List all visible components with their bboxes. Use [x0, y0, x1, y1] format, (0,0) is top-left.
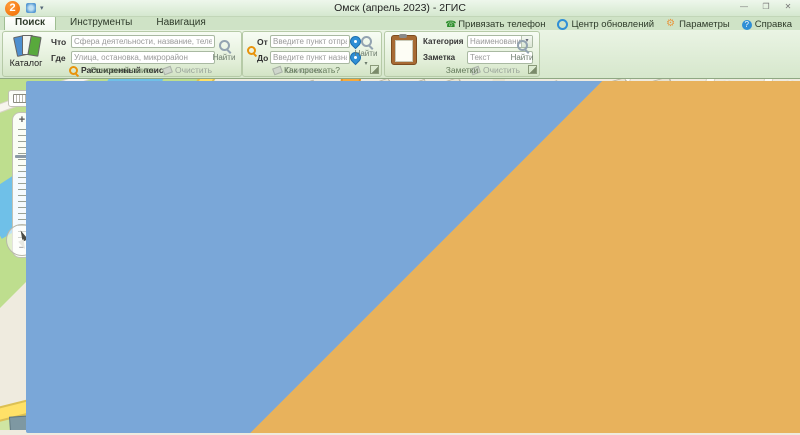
- catalog-icon: [13, 34, 42, 57]
- menu-item[interactable]: Центр обновлений: [557, 19, 654, 30]
- maximize-button[interactable]: ❐: [758, 1, 774, 13]
- gear-icon: [666, 18, 676, 30]
- search-icon: [360, 35, 372, 47]
- ribbon-tab[interactable]: Инструменты: [60, 16, 142, 30]
- ribbon-tab[interactable]: Навигация: [146, 16, 215, 30]
- ribbon-tab[interactable]: Поиск: [4, 15, 57, 30]
- where-label: Где: [51, 53, 66, 63]
- where-input[interactable]: [71, 51, 215, 64]
- search-icon: [218, 40, 230, 51]
- from-label: От: [257, 37, 268, 47]
- window-title: Омск (апрель 2023) - 2ГИС: [334, 2, 466, 14]
- group-caption: Как проехать?: [283, 65, 341, 75]
- what-input[interactable]: [71, 35, 215, 48]
- to-input[interactable]: [270, 51, 350, 64]
- note-label: Заметка: [423, 53, 456, 62]
- ribbon-tab-row: ПоискИнструменты Навигация Привязать теле…: [0, 15, 800, 31]
- dialog-launcher-icon[interactable]: [528, 65, 537, 74]
- what-label: Что: [51, 37, 67, 47]
- menu-item[interactable]: Параметры: [666, 18, 730, 31]
- group-caption: Основной поиск: [90, 65, 154, 75]
- dialog-launcher-icon[interactable]: [370, 65, 379, 74]
- title-bar[interactable]: 2 ▾ Омск (апрель 2023) - 2ГИС — ❐ ✕: [0, 0, 800, 433]
- find-notes-button[interactable]: Найти: [509, 35, 535, 67]
- minimize-button[interactable]: —: [736, 1, 752, 13]
- group-main-search: Каталог Что Где Расширенный поиск Очисти…: [2, 31, 242, 77]
- ribbon-tabs: Поиск Инструменты Навигация: [0, 15, 216, 30]
- route-search-icon: [247, 46, 256, 55]
- menu-item[interactable]: Привязать телефон: [445, 19, 545, 31]
- from-input[interactable]: [270, 35, 350, 48]
- category-label: Категория: [423, 37, 464, 46]
- phone-icon: [445, 19, 456, 30]
- find-route-button[interactable]: Найти ▾: [353, 35, 379, 67]
- update-icon: [557, 19, 569, 30]
- title-menu: Привязать телефон Центр обновлений Парам…: [445, 18, 800, 31]
- to-label: До: [257, 53, 269, 63]
- map-icon[interactable]: [26, 81, 800, 433]
- ruler-icon[interactable]: [13, 94, 27, 103]
- group-caption: Заметки: [445, 65, 479, 75]
- ribbon: Каталог Что Где Расширенный поиск Очисти…: [0, 30, 800, 79]
- search-icon: [516, 40, 528, 51]
- find-button[interactable]: Найти: [211, 35, 237, 67]
- help-icon: [741, 19, 752, 30]
- close-button[interactable]: ✕: [780, 1, 796, 13]
- notes-icon[interactable]: [391, 34, 417, 65]
- group-notes: Категория Наименование ▾ Заметка Очистит…: [384, 31, 540, 77]
- group-route: От До Очистить Найти ▾ Как проехать?: [242, 31, 382, 77]
- menu-item[interactable]: Справка: [741, 19, 792, 30]
- zoom-in-button[interactable]: +: [19, 115, 25, 127]
